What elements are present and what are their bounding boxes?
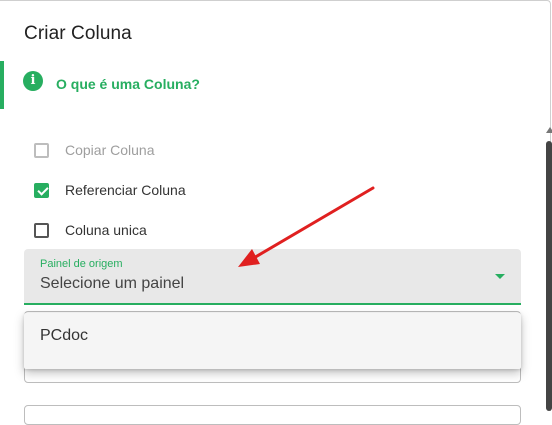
annotation-arrow-icon [238, 186, 375, 267]
